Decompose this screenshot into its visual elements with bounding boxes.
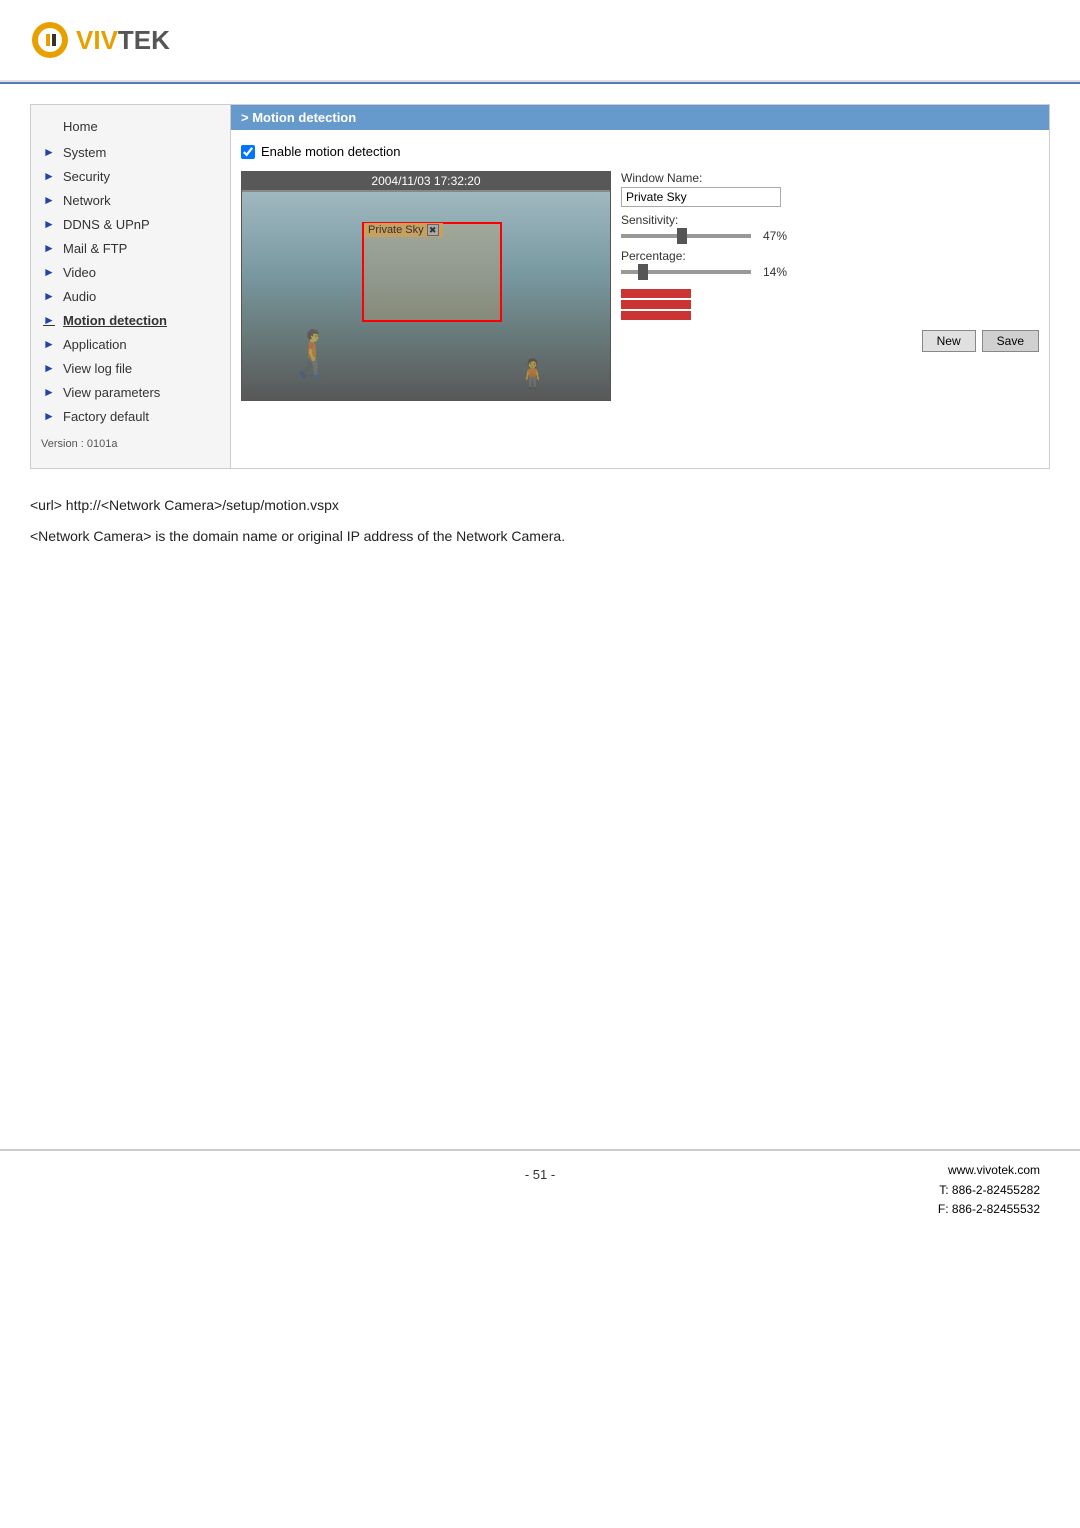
footer-contact: www.vivotek.com T: 886-2-82455282 F: 886… xyxy=(938,1161,1040,1219)
controls-panel: Window Name: Sensitivity: 47% Percentage… xyxy=(621,171,1039,401)
enable-motion-row: Enable motion detection xyxy=(241,140,1039,163)
sensitivity-value: 47% xyxy=(763,229,787,243)
logo: VIVTEK xyxy=(30,20,1050,60)
color-bar-3 xyxy=(621,311,691,320)
panel-body: Enable motion detection 2004/11/03 17:32… xyxy=(231,130,1049,411)
sidebar-item-video[interactable]: ► Video xyxy=(31,260,230,284)
sensitivity-slider-row: 47% xyxy=(621,229,1039,243)
color-bar-2 xyxy=(621,300,691,309)
new-button[interactable]: New xyxy=(922,330,976,352)
arrow-icon-viewparams: ► xyxy=(41,384,57,400)
arrow-icon-viewlog: ► xyxy=(41,360,57,376)
camera-timestamp: 2004/11/03 17:32:20 xyxy=(242,172,610,190)
camera-area: 2004/11/03 17:32:20 Private Sky ✖ 🚶 🧍 xyxy=(241,171,1039,401)
arrow-icon-audio: ► xyxy=(41,288,57,304)
arrow-icon-network: ► xyxy=(41,192,57,208)
sidebar-item-ddns[interactable]: ► DDNS & UPnP xyxy=(31,212,230,236)
percentage-slider-row: 14% xyxy=(621,265,1039,279)
sensitivity-section: Sensitivity: 47% xyxy=(621,213,1039,243)
percentage-label: Percentage: xyxy=(621,249,1039,263)
footer-phone: T: 886-2-82455282 xyxy=(938,1181,1040,1200)
sidebar-item-factory[interactable]: ► Factory default xyxy=(31,404,230,428)
person-figure-2: 🧍 xyxy=(515,357,550,390)
vivotek-logo-icon xyxy=(30,20,70,60)
person-figure-1: 🚶 xyxy=(282,327,338,380)
sensitivity-slider[interactable] xyxy=(621,234,751,238)
arrow-icon-mail: ► xyxy=(41,240,57,256)
version-label: Version : 0101a xyxy=(31,428,230,460)
color-bar-1 xyxy=(621,289,691,298)
right-panel: > Motion detection Enable motion detecti… xyxy=(231,105,1049,468)
sidebar-item-mail[interactable]: ► Mail & FTP xyxy=(31,236,230,260)
sidebar-item-security[interactable]: ► Security xyxy=(31,164,230,188)
window-name-label: Window Name: xyxy=(621,171,1039,185)
window-name-input[interactable] xyxy=(621,187,781,207)
arrow-icon-factory: ► xyxy=(41,408,57,424)
url-line: <url> http://<Network Camera>/setup/moti… xyxy=(30,493,1050,518)
footer-website: www.vivotek.com xyxy=(938,1161,1040,1180)
main-content: Home ► System ► Security ► Network ► DDN… xyxy=(30,104,1050,469)
sidebar-item-application[interactable]: ► Application xyxy=(31,332,230,356)
motion-window-close-btn[interactable]: ✖ xyxy=(427,224,439,236)
logo-text: VIVTEK xyxy=(76,25,170,56)
sidebar-item-audio[interactable]: ► Audio xyxy=(31,284,230,308)
motion-detection-window[interactable]: Private Sky ✖ xyxy=(362,222,502,322)
sidebar: Home ► System ► Security ► Network ► DDN… xyxy=(31,105,231,468)
percentage-section: Percentage: 14% xyxy=(621,249,1039,279)
motion-window-label: Private Sky ✖ xyxy=(364,223,443,237)
arrow-icon-video: ► xyxy=(41,264,57,280)
window-name-section: Window Name: xyxy=(621,171,1039,207)
button-row: New Save xyxy=(621,330,1039,352)
save-button[interactable]: Save xyxy=(982,330,1039,352)
arrow-icon-ddns: ► xyxy=(41,216,57,232)
description-section: <url> http://<Network Camera>/setup/moti… xyxy=(30,493,1050,549)
header: VIVTEK xyxy=(0,0,1080,82)
panel-header: > Motion detection xyxy=(231,105,1049,130)
sidebar-item-viewparams[interactable]: ► View parameters xyxy=(31,380,230,404)
color-list xyxy=(621,289,1039,320)
percentage-slider[interactable] xyxy=(621,270,751,274)
camera-view: 2004/11/03 17:32:20 Private Sky ✖ 🚶 🧍 xyxy=(241,171,611,401)
sidebar-item-viewlog[interactable]: ► View log file xyxy=(31,356,230,380)
arrow-icon-security: ► xyxy=(41,168,57,184)
enable-motion-label: Enable motion detection xyxy=(261,144,400,159)
sidebar-item-home[interactable]: Home xyxy=(31,113,230,140)
sensitivity-label: Sensitivity: xyxy=(621,213,1039,227)
sidebar-item-motion[interactable]: ► Motion detection xyxy=(31,308,230,332)
footer: - 51 - www.vivotek.com T: 886-2-82455282… xyxy=(0,1149,1080,1198)
enable-motion-checkbox[interactable] xyxy=(241,145,255,159)
footer-fax: F: 886-2-82455532 xyxy=(938,1200,1040,1219)
arrow-icon-motion: ► xyxy=(41,312,57,328)
sidebar-item-network[interactable]: ► Network xyxy=(31,188,230,212)
percentage-value: 14% xyxy=(763,265,787,279)
arrow-icon-system: ► xyxy=(41,144,57,160)
sidebar-item-system[interactable]: ► System xyxy=(31,140,230,164)
footer-page: - 51 - xyxy=(0,1167,1080,1182)
arrow-icon-application: ► xyxy=(41,336,57,352)
desc-line: <Network Camera> is the domain name or o… xyxy=(30,524,1050,549)
